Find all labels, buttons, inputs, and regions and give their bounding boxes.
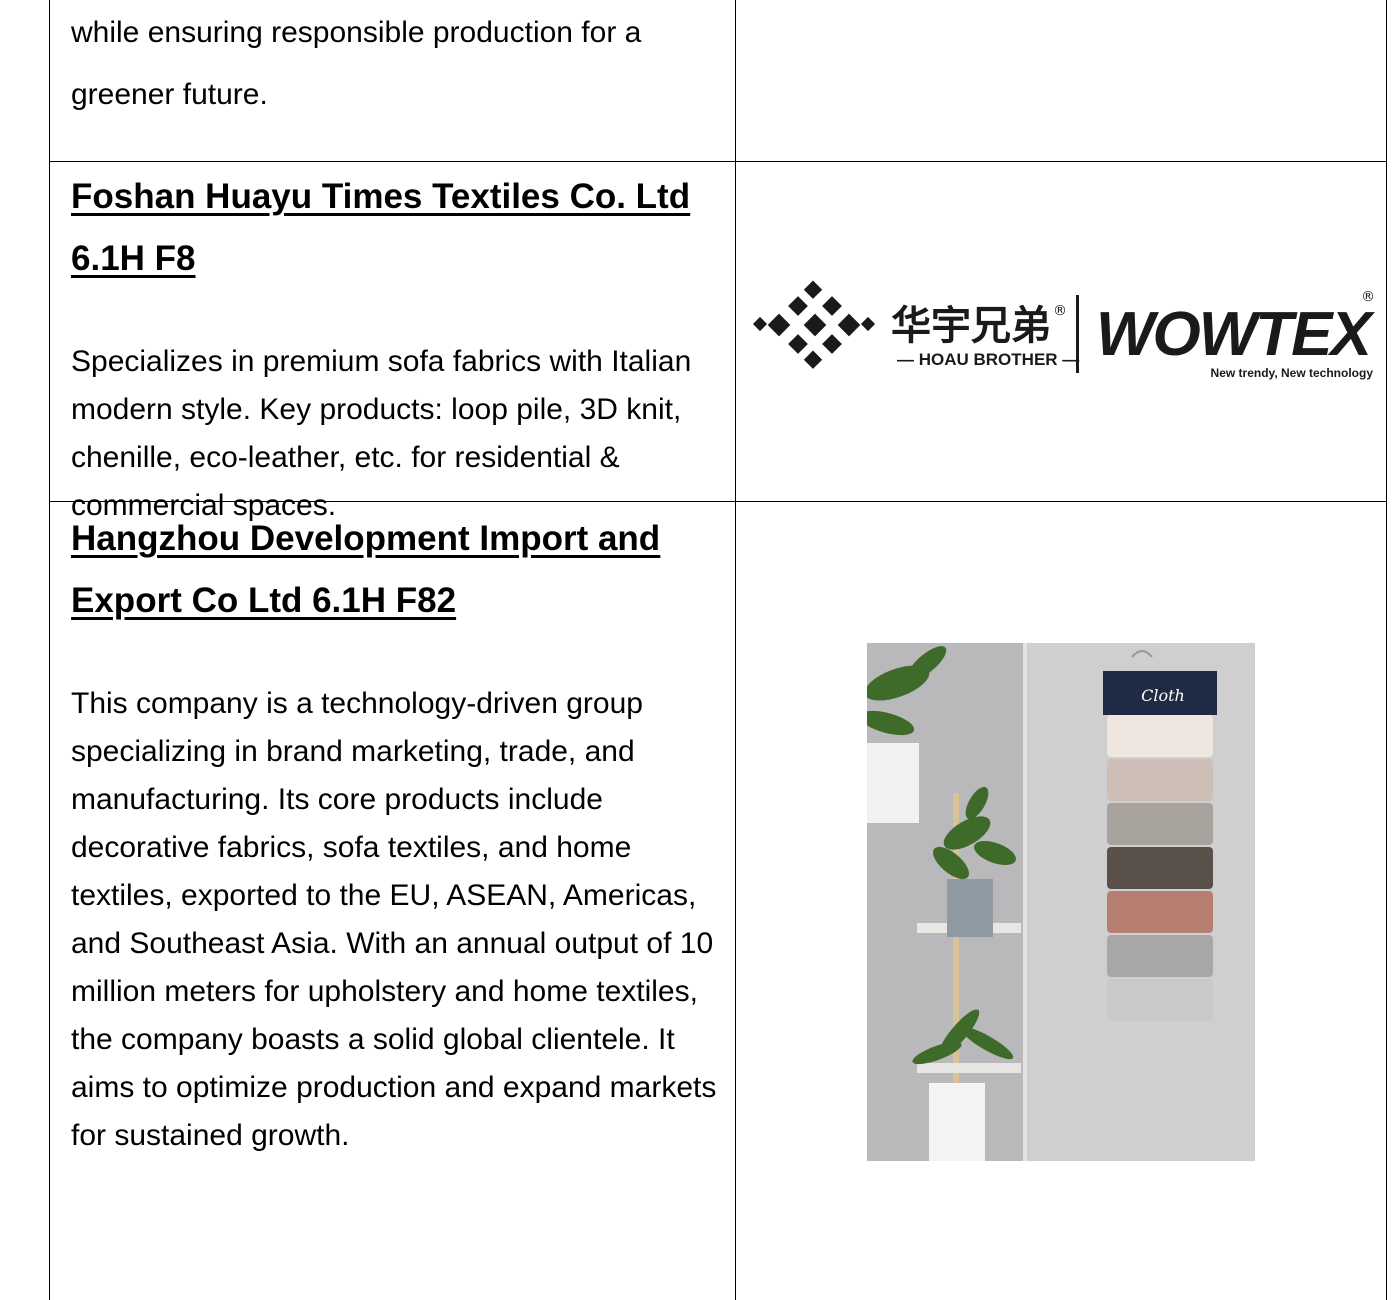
fabric-swatch <box>1107 715 1213 757</box>
fabric-swatch <box>1107 979 1213 1021</box>
logo-divider <box>1076 294 1079 373</box>
fabric-swatch <box>1107 935 1213 977</box>
company-row-hangzhou: Hangzhou Development Import and Export C… <box>49 502 1387 1300</box>
fabric-swatch <box>1107 891 1213 933</box>
fabric-swatch <box>1107 759 1213 801</box>
logo-brand-en: — HOAU BROTHER — <box>897 350 1079 369</box>
intro-continued-text: while ensuring responsible production fo… <box>71 16 642 111</box>
company-name-link[interactable]: Hangzhou Development Import and Export C… <box>71 508 727 632</box>
intro-empty-cell <box>736 0 1387 161</box>
company-name[interactable]: Hangzhou Development Import and Export C… <box>71 519 660 620</box>
company-logo-cell: 华宇兄弟 ® — HOAU BROTHER — WOWTEX ® New tre… <box>736 162 1387 501</box>
intro-text-cell: while ensuring responsible production fo… <box>49 0 736 161</box>
company-name[interactable]: Foshan Huayu Times Textiles Co. Ltd 6.1H… <box>71 177 690 278</box>
company-row-foshan: Foshan Huayu Times Textiles Co. Ltd 6.1H… <box>49 162 1387 522</box>
company-description: This company is a technology-driven grou… <box>71 687 717 1152</box>
fabric-swatch <box>1107 803 1213 845</box>
logo-chinese-brand: 华宇兄弟 <box>891 303 1051 349</box>
logo-registered-mark: ® <box>1053 303 1067 319</box>
company-logo: 华宇兄弟 ® — HOAU BROTHER — WOWTEX ® New tre… <box>752 280 1377 380</box>
hanger-label: Cloth <box>1141 686 1185 705</box>
logo-tagline: New trendy, New technology <box>1211 366 1374 380</box>
logo-registered-mark-2: ® <box>1361 289 1375 305</box>
company-text-cell: Foshan Huayu Times Textiles Co. Ltd 6.1H… <box>49 162 736 522</box>
company-photo-cell: Cloth <box>736 502 1387 1300</box>
fabric-swatch-photo: Cloth <box>867 643 1255 1161</box>
company-text-cell: Hangzhou Development Import and Export C… <box>49 502 736 1300</box>
swatch-stack <box>1107 715 1213 1021</box>
fabric-swatch <box>1107 847 1213 889</box>
woven-diamond-logo-icon <box>752 280 876 369</box>
logo-brand-second: WOWTEX <box>1096 300 1375 369</box>
intro-row: while ensuring responsible production fo… <box>49 0 1387 162</box>
company-name-link[interactable]: Foshan Huayu Times Textiles Co. Ltd 6.1H… <box>71 166 727 290</box>
exhibitor-table: while ensuring responsible production fo… <box>49 0 1387 1300</box>
